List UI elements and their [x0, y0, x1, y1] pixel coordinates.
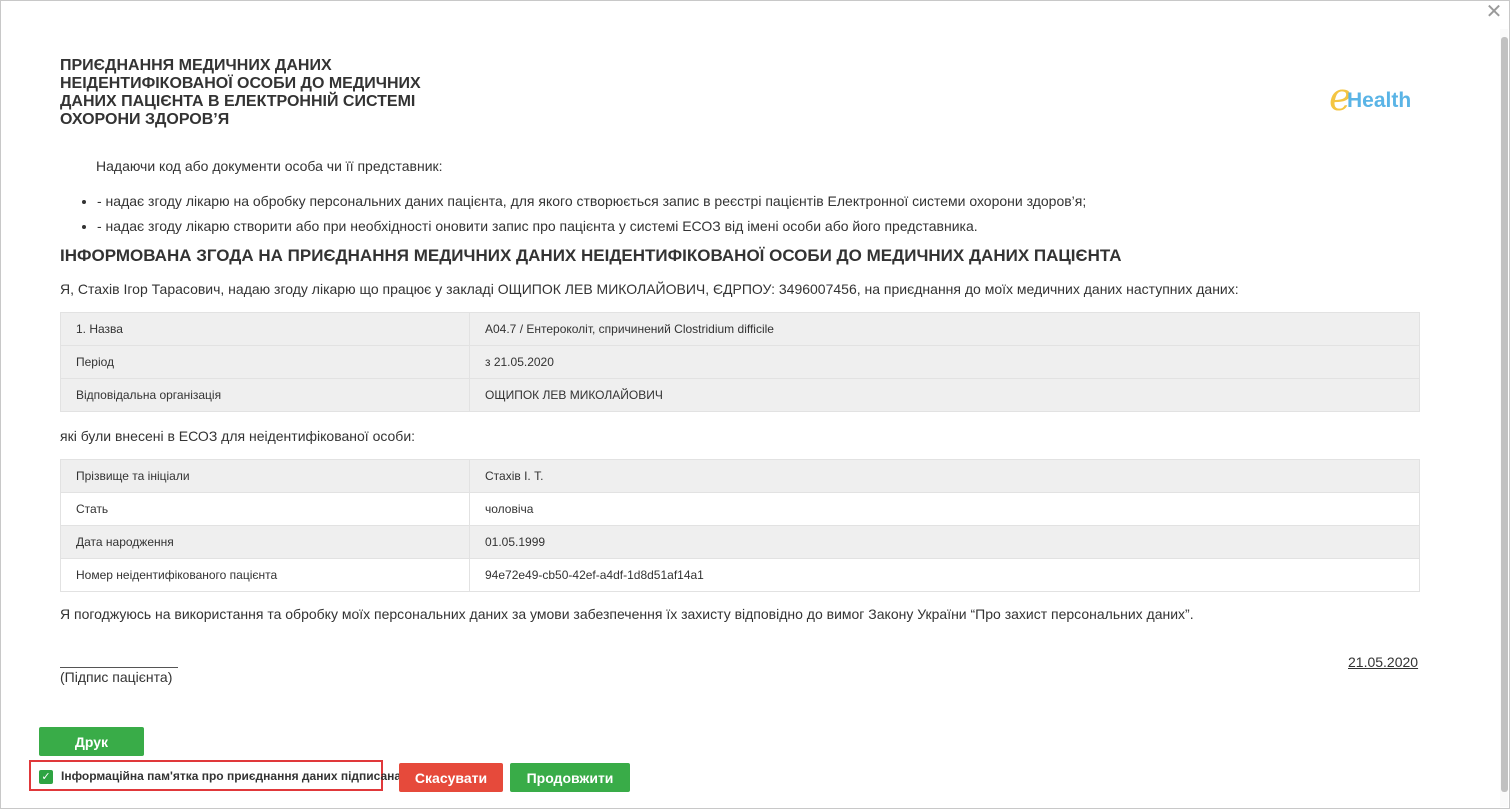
table-value: ОЩИПОК ЛЕВ МИКОЛАЙОВИЧ	[469, 378, 1420, 412]
table-value: 94e72e49-cb50-42ef-a4df-1d8d51af14a1	[469, 558, 1420, 592]
table-label: Стать	[60, 492, 470, 526]
signature-label: (Підпис пацієнта)	[60, 669, 173, 685]
agreement-text: Я погоджуюсь на використання та обробку …	[60, 606, 1194, 622]
table-row: Прізвище та ініціали Стахів І. Т.	[60, 459, 1420, 493]
table-value: 01.05.1999	[469, 525, 1420, 559]
bullet-item: - надає згоду лікарю на обробку персонал…	[97, 189, 1086, 214]
table-label: Період	[60, 345, 470, 379]
table-row: Номер неідентифікованого пацієнта 94e72e…	[60, 558, 1420, 592]
table-row: Період з 21.05.2020	[60, 345, 1420, 379]
cancel-button[interactable]: Скасувати	[399, 763, 503, 792]
table-row: Відповідальна організація ОЩИПОК ЛЕВ МИК…	[60, 378, 1420, 412]
dialog-window: ✕ ПРИЄДНАННЯ МЕДИЧНИХ ДАНИХ НЕІДЕНТИФІКО…	[0, 0, 1510, 809]
table-value: A04.7 / Ентероколіт, спричинений Clostri…	[469, 312, 1420, 346]
table-label: Номер неідентифікованого пацієнта	[60, 558, 470, 592]
table-row: Дата народження 01.05.1999	[60, 525, 1420, 559]
table-label: Прізвище та ініціали	[60, 459, 470, 493]
table-row: Стать чоловіча	[60, 492, 1420, 526]
entered-text: які були внесені в ЕСОЗ для неідентифіко…	[60, 428, 416, 444]
table-value: з 21.05.2020	[469, 345, 1420, 379]
person-data-table: Прізвище та ініціали Стахів І. Т. Стать …	[60, 459, 1420, 592]
ehealth-logo: e Health	[1329, 77, 1429, 117]
checkbox-checked-icon[interactable]: ✓	[39, 770, 53, 784]
signature-date: 21.05.2020	[1348, 654, 1419, 670]
signature-line	[60, 667, 178, 668]
table-value: Стахів І. Т.	[469, 459, 1420, 493]
table-label: Дата народження	[60, 525, 470, 559]
table-label: Відповідальна організація	[60, 378, 470, 412]
consent-bullets: - надає згоду лікарю на обробку персонал…	[61, 189, 1086, 239]
scrollbar-thumb[interactable]	[1501, 37, 1508, 792]
print-button[interactable]: Друк	[39, 727, 144, 756]
signed-checkbox-container[interactable]: ✓ Інформаційна пам'ятка про приєднання д…	[29, 760, 401, 791]
dialog-title: ПРИЄДНАННЯ МЕДИЧНИХ ДАНИХ НЕІДЕНТИФІКОВА…	[60, 57, 421, 128]
consent-statement: Я, Стахів Ігор Тарасович, надаю згоду лі…	[60, 281, 1239, 297]
logo-health: Health	[1347, 89, 1412, 112]
continue-button[interactable]: Продовжити	[510, 763, 630, 792]
table-row: 1. Назва A04.7 / Ентероколіт, спричинени…	[60, 312, 1420, 346]
consent-subtitle: ІНФОРМОВАНА ЗГОДА НА ПРИЄДНАННЯ МЕДИЧНИХ…	[60, 246, 1122, 265]
table-value: чоловіча	[469, 492, 1420, 526]
medical-data-table: 1. Назва A04.7 / Ентероколіт, спричинени…	[60, 312, 1420, 412]
intro-text: Надаючи код або документи особа чи її пр…	[96, 158, 443, 174]
table-label: 1. Назва	[60, 312, 470, 346]
signed-checkbox-label[interactable]: Інформаційна пам'ятка про приєднання дан…	[61, 769, 401, 783]
bullet-item: - надає згоду лікарю створити або при не…	[97, 214, 1086, 239]
close-icon[interactable]: ✕	[1485, 2, 1503, 22]
